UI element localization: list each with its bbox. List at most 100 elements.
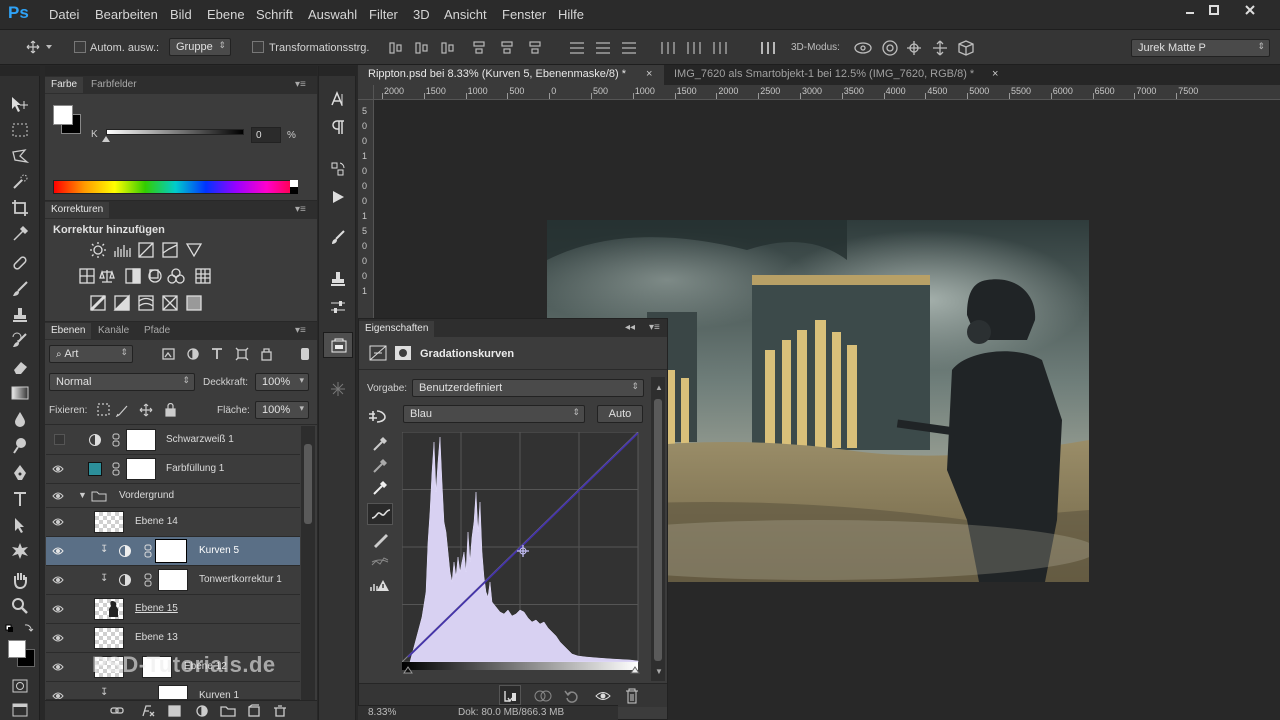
layer-name[interactable]: Farbfüllung 1 — [166, 463, 224, 474]
layer-name[interactable]: Ebene 14 — [135, 516, 178, 527]
layer-row[interactable]: Ebene 13 — [46, 624, 300, 653]
smooth-curve-icon[interactable] — [371, 553, 389, 571]
brush-tool[interactable] — [10, 279, 30, 299]
info-panel-button[interactable] — [329, 380, 347, 398]
blend-mode-dropdown[interactable]: Normal ⇕ — [49, 373, 195, 391]
layer-row[interactable]: Ebene 14 — [46, 508, 300, 537]
foreground-color-swatch[interactable] — [53, 105, 73, 125]
actions-panel-button[interactable] — [329, 188, 347, 206]
menu-bearbeiten[interactable]: Bearbeiten — [95, 7, 158, 22]
view-previous-state-icon[interactable] — [533, 688, 553, 704]
layers-scrollbar[interactable] — [301, 426, 315, 700]
layer-name[interactable]: Kurven 1 — [199, 690, 239, 699]
layer-filter-dropdown[interactable]: ⌕ Art ⇕ — [49, 345, 133, 363]
eye-icon[interactable] — [52, 516, 64, 528]
edit-points-button[interactable] — [367, 503, 393, 525]
scroll-up-arrow-icon[interactable]: ▲ — [655, 383, 663, 392]
quick-mask-button[interactable] — [10, 676, 30, 696]
clip-to-layer-button[interactable] — [499, 685, 521, 705]
layer-mask-thumbnail[interactable] — [126, 458, 156, 480]
history-panel-button[interactable] — [329, 160, 347, 178]
close-tab-icon[interactable]: × — [992, 68, 998, 80]
layer-row[interactable]: Farbfüllung 1 — [46, 455, 300, 484]
zoom-level[interactable]: 8.33% — [368, 707, 396, 718]
visibility-eye-icon[interactable] — [595, 689, 611, 703]
workspace-dropdown[interactable]: Jurek Matte P ⇕ — [1131, 39, 1270, 57]
path-selection-tool[interactable] — [10, 515, 30, 535]
tab-kanaele[interactable]: Kanäle — [92, 323, 135, 339]
maximize-button[interactable] — [1198, 0, 1230, 20]
eye-icon[interactable] — [52, 690, 64, 700]
layer-name[interactable]: Schwarzweiß 1 — [166, 434, 234, 445]
gray-point-eyedropper-icon[interactable] — [371, 457, 389, 475]
link-icon[interactable] — [112, 462, 120, 476]
healing-brush-tool[interactable] — [10, 253, 30, 273]
menu-3d[interactable]: 3D — [413, 7, 430, 22]
eye-icon[interactable] — [52, 490, 64, 502]
filter-toggle-switch[interactable] — [301, 348, 309, 360]
layer-name[interactable]: Tonwertkorrektur 1 — [199, 574, 282, 585]
adjustment-icons-row-2[interactable] — [78, 267, 218, 285]
document-tab[interactable]: IMG_7620 als Smartobjekt-1 bei 12.5% (IM… — [664, 65, 1010, 85]
pencil-draw-icon[interactable] — [371, 531, 389, 549]
layer-row[interactable]: ↧ Kurven 1 — [46, 682, 300, 700]
visibility-toggle[interactable] — [54, 434, 65, 445]
collapse-panel-icon[interactable]: ◂◂ — [625, 322, 635, 333]
lock-buttons[interactable] — [97, 403, 181, 417]
dodge-tool[interactable] — [10, 435, 30, 455]
layer-name[interactable]: Ebene 13 — [135, 632, 178, 643]
k-slider-handle[interactable] — [102, 136, 110, 142]
scroll-down-arrow-icon[interactable]: ▼ — [655, 667, 663, 676]
panel-menu-icon[interactable]: ▾≡ — [295, 79, 306, 90]
layer-name[interactable]: Vordergrund — [119, 490, 174, 501]
menu-datei[interactable]: Datei — [49, 7, 79, 22]
menu-schrift[interactable]: Schrift — [256, 7, 293, 22]
menu-ebene[interactable]: Ebene — [207, 7, 245, 22]
eye-icon[interactable] — [52, 632, 64, 644]
preset-dropdown[interactable]: Benutzerdefiniert ⇕ — [412, 379, 644, 397]
layer-thumbnail[interactable] — [94, 511, 124, 533]
white-point-slider[interactable] — [630, 666, 640, 674]
adjustment-icons-row-1[interactable] — [89, 241, 209, 259]
tab-farbfelder[interactable]: Farbfelder — [85, 77, 143, 93]
fill-field[interactable]: 100% ▾ — [255, 401, 309, 419]
layer-thumbnail[interactable] — [94, 598, 124, 620]
history-brush-tool[interactable] — [10, 331, 30, 351]
eyedropper-tool[interactable] — [10, 224, 30, 244]
move-tool-preset-picker[interactable] — [26, 40, 54, 54]
layer-row[interactable]: Schwarzweiß 1 — [46, 426, 300, 455]
color-swatches[interactable] — [8, 640, 36, 668]
horizontal-ruler[interactable]: 2000 1500 1000 500 0 500 1000 1500 2000 2500 3000 3… — [374, 85, 1280, 100]
close-window-button[interactable] — [1234, 0, 1266, 20]
layer-row-selected[interactable]: ↧ Kurven 5 — [46, 537, 300, 566]
tab-ebenen[interactable]: Ebenen — [45, 323, 92, 339]
menu-auswahl[interactable]: Auswahl — [308, 7, 357, 22]
layer-row[interactable]: Ebene 15 — [46, 595, 300, 624]
screen-mode-button[interactable] — [10, 700, 30, 720]
tab-pfade[interactable]: Pfade — [138, 323, 176, 339]
curves-graph[interactable] — [402, 432, 642, 674]
hand-tool[interactable] — [10, 570, 30, 590]
eye-icon[interactable] — [52, 574, 64, 586]
opacity-field[interactable]: 100% ▾ — [255, 373, 309, 391]
blur-tool[interactable] — [10, 409, 30, 429]
menu-hilfe[interactable]: Hilfe — [558, 7, 584, 22]
menu-fenster[interactable]: Fenster — [502, 7, 546, 22]
tab-korrekturen[interactable]: Korrekturen — [45, 202, 110, 218]
layer-mask-thumbnail[interactable] — [158, 685, 188, 699]
trash-icon[interactable] — [625, 688, 639, 704]
channel-dropdown[interactable]: Blau ⇕ — [403, 405, 585, 423]
reset-icon[interactable] — [564, 688, 580, 704]
eye-icon[interactable] — [52, 545, 64, 557]
paragraph-panel-button[interactable] — [329, 118, 347, 136]
clipping-warning-icon[interactable] — [369, 577, 391, 595]
ruler-origin[interactable] — [358, 85, 374, 100]
lasso-tool[interactable] — [10, 146, 30, 166]
scrollbar-thumb[interactable] — [304, 444, 312, 524]
curves-mode-icons[interactable] — [369, 345, 413, 361]
adjustments-sliders-button[interactable] — [329, 298, 347, 316]
eraser-tool[interactable] — [10, 357, 30, 377]
adjustment-icons-row-3[interactable] — [89, 294, 209, 312]
auto-button[interactable]: Auto — [597, 405, 643, 423]
k-value-field[interactable]: 0 — [251, 127, 281, 143]
